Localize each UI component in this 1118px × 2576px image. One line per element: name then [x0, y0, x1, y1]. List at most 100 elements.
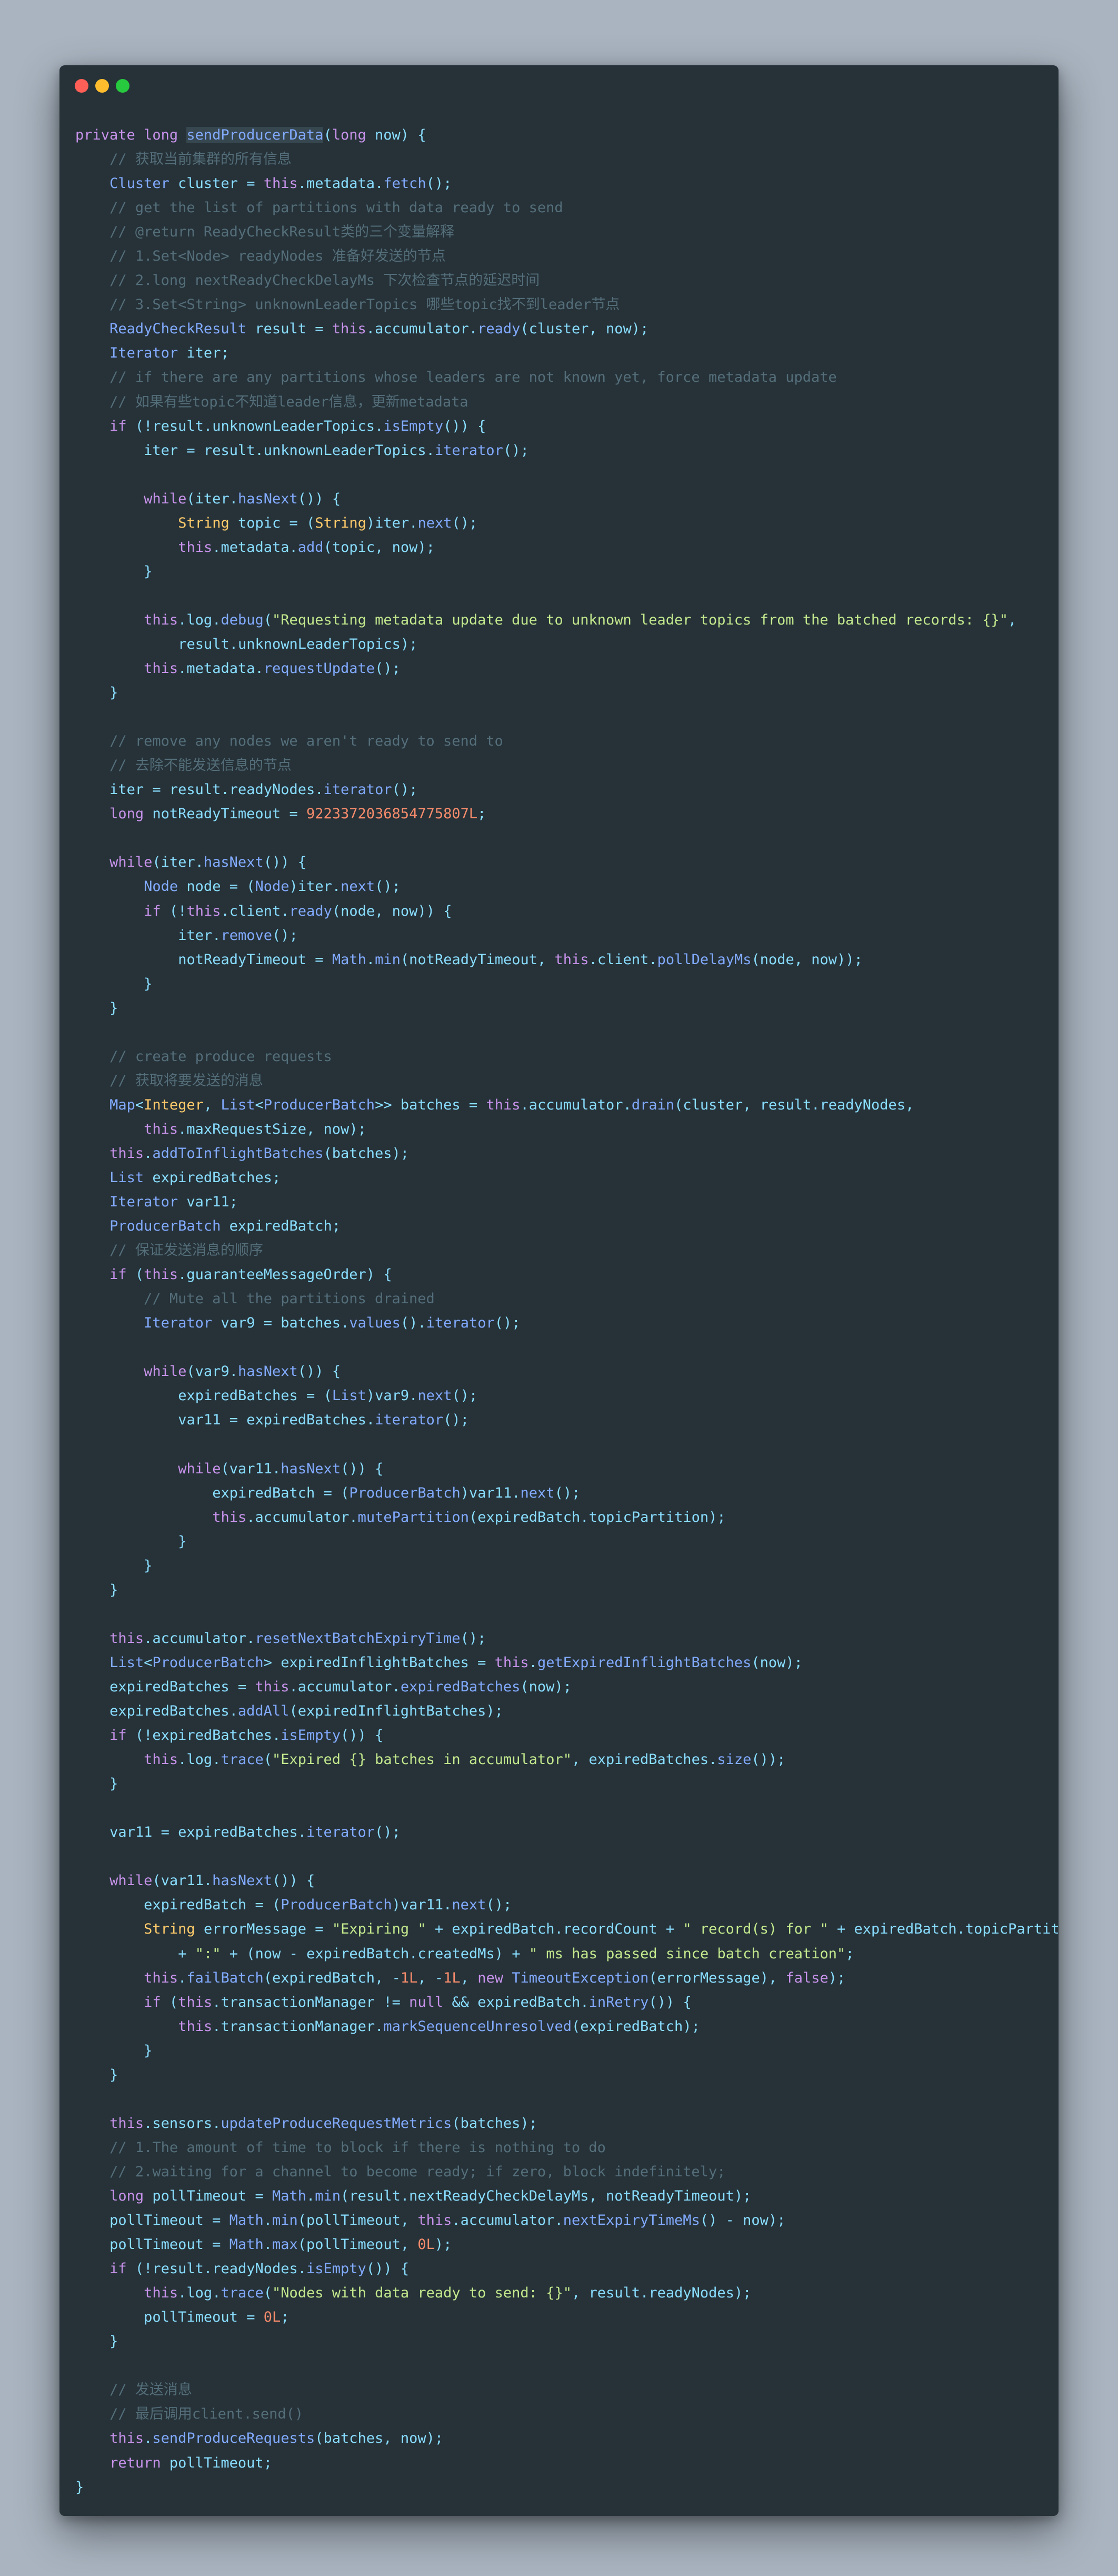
code-line: if (!expiredBatches.isEmpty()) { — [109, 1727, 384, 1744]
code-line: String topic = (String)iter.next(); — [178, 514, 478, 531]
code-line: if (!result.unknownLeaderTopics.isEmpty(… — [109, 418, 486, 434]
code-line: this.accumulator.mutePartition(expiredBa… — [212, 1509, 726, 1525]
code-line: expiredBatch = (ProducerBatch)var11.next… — [144, 1897, 512, 1914]
code-line: // 发送消息 — [109, 2382, 192, 2399]
code-line: this.log.debug("Requesting metadata upda… — [144, 611, 1017, 628]
code-line: this.log.trace("Nodes with data ready to… — [144, 2285, 752, 2302]
code-line: if (!this.client.ready(node, now)) { — [144, 903, 452, 919]
code-line: // remove any nodes we aren't ready to s… — [109, 733, 503, 750]
code-line: long notReadyTimeout = 92233720368547758… — [109, 806, 486, 823]
code-line: if (this.guaranteeMessageOrder) { — [109, 1266, 392, 1283]
code-line: } — [109, 1776, 118, 1792]
code-line: this.metadata.requestUpdate(); — [144, 660, 401, 677]
code-line: // 1.Set<Node> readyNodes 准备好发送的节点 — [109, 248, 446, 265]
code-line: // 去除不能发送信息的节点 — [109, 757, 292, 774]
code-line: while(var9.hasNext()) { — [144, 1363, 341, 1380]
code-line: // Mute all the partitions drained — [144, 1291, 435, 1307]
code-line: pollTimeout = Math.min(pollTimeout, this… — [109, 2212, 786, 2229]
code-line: Map<Integer, List<ProducerBatch>> batche… — [109, 1096, 914, 1113]
code-line: List expiredBatches; — [109, 1170, 281, 1186]
minimize-window-button[interactable] — [95, 79, 109, 93]
code-line: this.sensors.updateProduceRequestMetrics… — [109, 2115, 537, 2132]
code-line: notReadyTimeout = Math.min(notReadyTimeo… — [178, 951, 863, 968]
code-line: + ":" + (now - expiredBatch.createdMs) +… — [178, 1945, 854, 1962]
code-line: Iterator var11; — [109, 1194, 238, 1211]
code-line: } — [144, 563, 153, 580]
code-line: Node node = (Node)iter.next(); — [144, 878, 401, 895]
maximize-window-button[interactable] — [116, 79, 129, 93]
code-line: } — [109, 685, 118, 701]
code-line: } — [109, 2333, 118, 2350]
code-line: // 3.Set<String> unknownLeaderTopics 哪些t… — [109, 296, 620, 313]
code-line: iter.remove(); — [178, 927, 298, 944]
code-line: var11 = expiredBatches.iterator(); — [178, 1412, 469, 1429]
code-line: long pollTimeout = Math.min(result.nextR… — [109, 2187, 752, 2204]
code-line: Cluster cluster = this.metadata.fetch(); — [109, 175, 452, 192]
code-line: expiredBatches.addAll(expiredInflightBat… — [109, 1703, 503, 1720]
code-line: } — [144, 1557, 153, 1574]
code-line: this.sendProduceRequests(batches, now); — [109, 2430, 444, 2447]
code-line: // 2.waiting for a channel to become rea… — [109, 2163, 726, 2180]
code-line: expiredBatches = (List)var9.next(); — [178, 1388, 478, 1404]
code-line: // 获取将要发送的消息 — [109, 1072, 263, 1089]
code-line: pollTimeout = 0L; — [144, 2309, 290, 2326]
code-line: this.log.trace("Expired {} batches in ac… — [144, 1751, 786, 1768]
code-line: iter = result.readyNodes.iterator(); — [109, 781, 418, 798]
code-line: // create produce requests — [109, 1048, 332, 1065]
code-line: } — [144, 975, 153, 992]
code-line: iter = result.unknownLeaderTopics.iterat… — [144, 442, 529, 459]
code-line: // @return ReadyCheckResult类的三个变量解释 — [109, 224, 454, 241]
code-line: // 获取当前集群的所有信息 — [109, 151, 292, 168]
code-line: // get the list of partitions with data … — [109, 200, 563, 216]
code-line: // 如果有些topic不知道leader信息，更新metadata — [109, 393, 468, 410]
code-line: String errorMessage = "Expiring " + expi… — [144, 1921, 1059, 1938]
code-line: if (!result.readyNodes.isEmpty()) { — [109, 2261, 410, 2277]
window-titlebar — [59, 65, 1059, 107]
code-window: private long sendProducerData(long now) … — [59, 65, 1059, 2516]
code-line: // 最后调用client.send() — [109, 2406, 304, 2423]
code-line: List<ProducerBatch> expiredInflightBatch… — [109, 1654, 803, 1671]
code-line: this.maxRequestSize, now); — [144, 1121, 366, 1137]
code-line: this.addToInflightBatches(batches); — [109, 1145, 410, 1162]
code-line: pollTimeout = Math.max(pollTimeout, 0L); — [109, 2236, 452, 2253]
code-line: ProducerBatch expiredBatch; — [109, 1218, 341, 1235]
code-line: while(var11.hasNext()) { — [109, 1872, 315, 1889]
code-line: } — [75, 2479, 84, 2495]
code-line: // 1.The amount of time to block if ther… — [109, 2139, 606, 2156]
code-line: while(iter.hasNext()) { — [144, 490, 341, 507]
code-line: expiredBatches = this.accumulator.expire… — [109, 1679, 572, 1695]
code-line: // if there are any partitions whose lea… — [109, 369, 837, 386]
code-line: this.metadata.add(topic, now); — [178, 539, 435, 556]
code-line: } — [144, 2042, 153, 2059]
code-editor[interactable]: private long sendProducerData(long now) … — [75, 123, 1059, 2500]
code-line: } — [109, 1581, 118, 1598]
code-line: while(iter.hasNext()) { — [109, 854, 307, 871]
code-line: } — [109, 2066, 118, 2083]
code-line: // 保证发送消息的顺序 — [109, 1242, 263, 1259]
code-line: private long sendProducerData(long now) … — [75, 127, 426, 143]
code-line: } — [178, 1533, 187, 1550]
code-line: } — [109, 999, 118, 1016]
code-line: return pollTimeout; — [109, 2454, 272, 2471]
code-line: ReadyCheckResult result = this.accumulat… — [109, 321, 649, 338]
code-line: this.failBatch(expiredBatch, -1L, -1L, n… — [144, 1969, 846, 1986]
code-line: Iterator var9 = batches.values().iterato… — [144, 1315, 521, 1332]
code-line: // 2.long nextReadyCheckDelayMs 下次检查节点的延… — [109, 272, 540, 289]
code-line: if (this.transactionManager != null && e… — [144, 1994, 692, 2010]
code-line: this.transactionManager.markSequenceUnre… — [178, 2018, 700, 2035]
code-line: this.accumulator.resetNextBatchExpiryTim… — [109, 1630, 486, 1647]
code-line: var11 = expiredBatches.iterator(); — [109, 1824, 401, 1841]
code-line: result.unknownLeaderTopics); — [178, 636, 418, 652]
close-window-button[interactable] — [75, 79, 88, 93]
